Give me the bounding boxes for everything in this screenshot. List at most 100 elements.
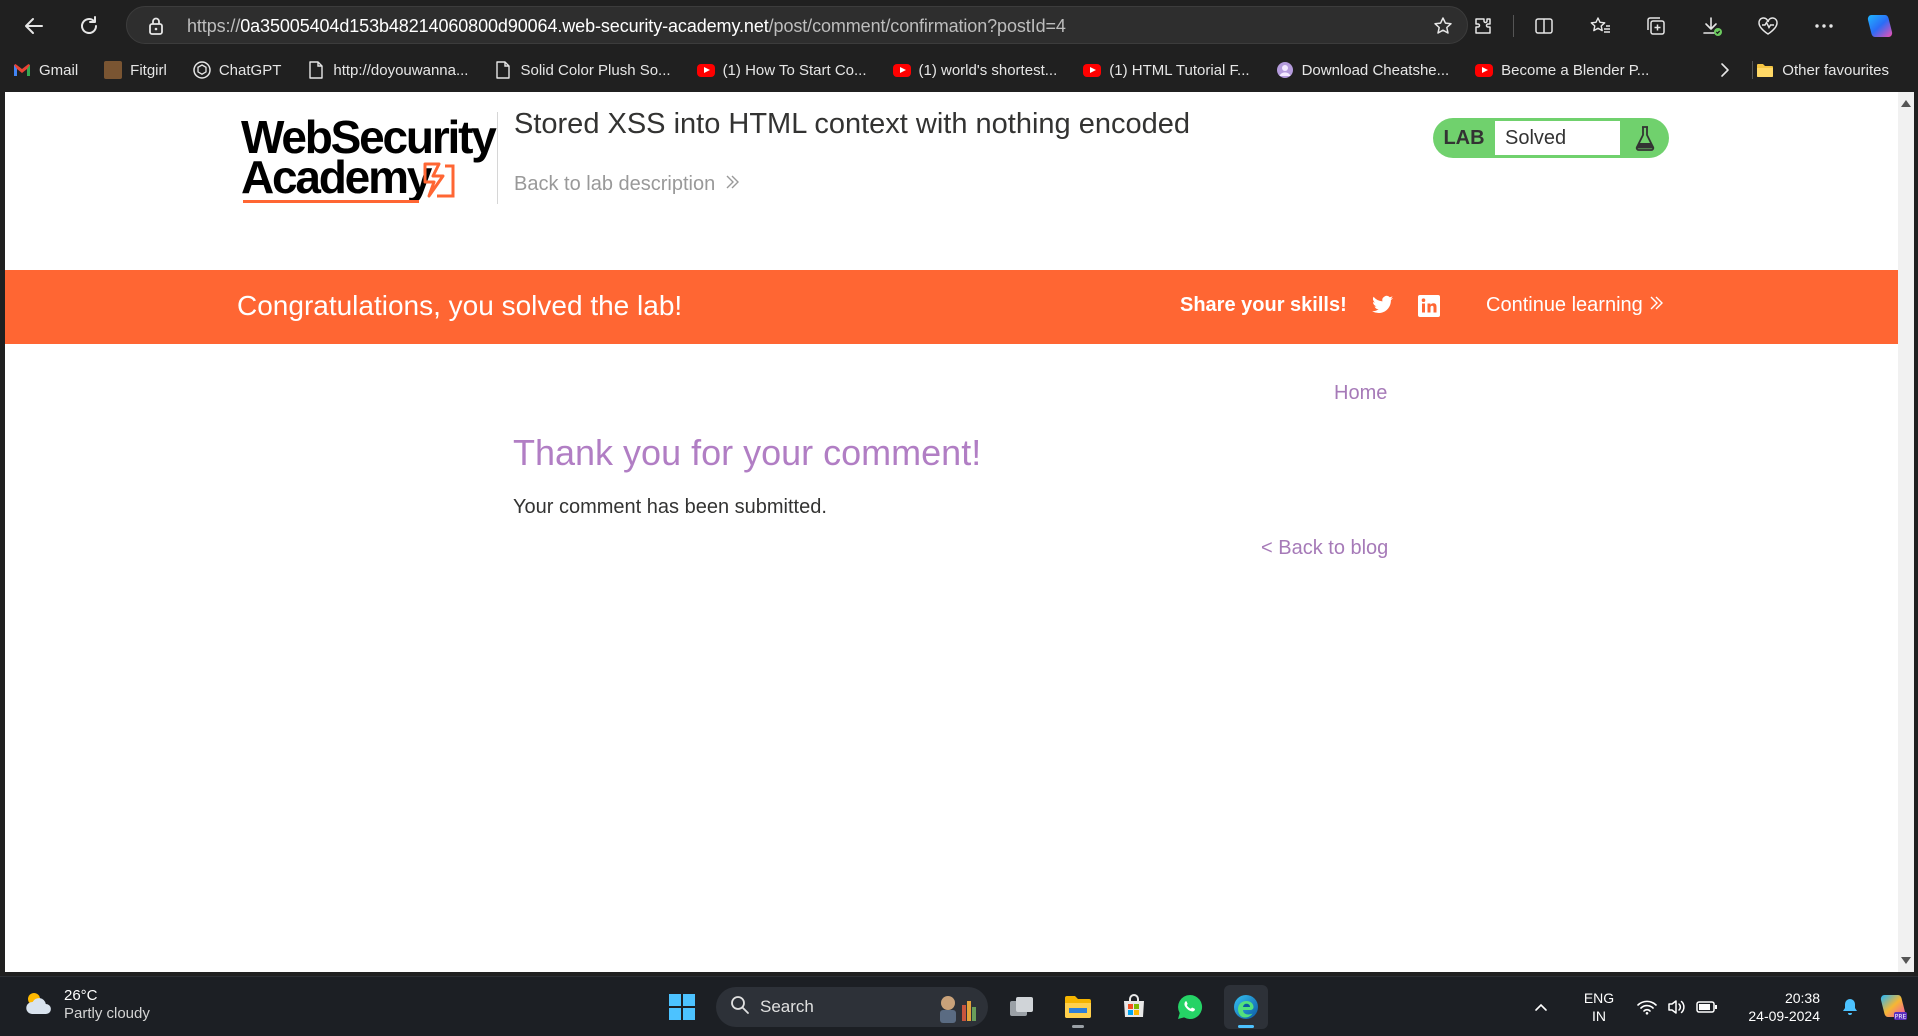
bookmark-how-to-start[interactable]: (1) How To Start Co... [684,52,880,88]
youtube-icon [1475,61,1494,79]
bookmark-worlds-shortest[interactable]: (1) world's shortest... [880,52,1071,88]
clock-date: 24-09-2024 [1748,1008,1820,1024]
split-screen-icon[interactable] [1516,8,1572,44]
bookmark-solid-color[interactable]: Solid Color Plush So... [481,52,683,88]
linkedin-icon[interactable] [1418,295,1440,322]
chevron-up-icon[interactable] [1516,977,1566,1036]
home-link[interactable]: Home [1334,382,1387,405]
edge-browser-icon[interactable] [1224,985,1268,1029]
lab-badge-label: LAB [1443,126,1485,149]
cheatsheet-icon [1276,61,1294,79]
twitter-icon[interactable] [1372,295,1394,320]
taskbar-search[interactable]: Search [716,987,988,1027]
search-placeholder: Search [760,997,814,1016]
youtube-icon [892,61,911,79]
partly-cloudy-icon [22,988,54,1023]
double-chevron-right-icon [725,173,740,196]
language-code: ENG [1583,990,1615,1006]
solved-banner: Congratulations, you solved the lab! Sha… [5,270,1898,344]
bookmark-doyouwanna[interactable]: http://doyouwanna... [294,52,481,88]
microsoft-store-icon[interactable] [1112,985,1156,1029]
search-highlight-icon [934,991,982,1028]
bookmark-label: ChatGPT [218,61,282,79]
bookmark-blender[interactable]: Become a Blender P... [1462,52,1662,88]
search-icon [730,995,750,1020]
bookmark-chatgpt[interactable]: ChatGPT [180,52,295,88]
windows-taskbar: 26°C Partly cloudy Search ENG IN 20:38 2… [0,976,1918,1036]
bookmark-label: Fitgirl [130,61,167,79]
favorite-star-icon[interactable] [1433,16,1453,41]
notification-bell-icon[interactable] [1832,977,1868,1036]
scroll-down-arrow-icon[interactable] [1901,957,1911,964]
logo-underline [243,200,419,203]
volume-icon[interactable] [1662,977,1692,1036]
running-indicator [1238,1025,1254,1028]
refresh-icon[interactable] [70,7,108,45]
bookmark-label: (1) How To Start Co... [722,61,867,79]
back-to-blog-link[interactable]: < Back to blog [1261,537,1388,560]
bookmark-gmail[interactable]: Gmail [0,52,91,88]
back-icon[interactable] [15,7,53,45]
continue-learning-link[interactable]: Continue learning [1486,294,1663,317]
page-heading: Thank you for your comment! [513,432,982,473]
battery-icon[interactable] [1692,977,1722,1036]
bookmark-label: Gmail [39,61,79,79]
logo-mark-icon [421,160,457,205]
back-to-lab-description-link[interactable]: Back to lab description [514,173,740,196]
url-text: https://0a35005404d153b48214060800d90064… [187,16,1066,37]
congratulations-text: Congratulations, you solved the lab! [237,290,683,321]
youtube-icon [696,61,715,79]
weather-widget[interactable]: 26°C Partly cloudy [22,987,150,1023]
copilot-taskbar-icon[interactable]: PRE [1868,977,1918,1036]
toolbar-divider [1513,15,1514,37]
chatgpt-icon [193,61,211,79]
lab-status-text: Solved [1495,121,1620,155]
bookmark-label: Solid Color Plush So... [520,61,671,79]
url-path: /post/comment/confirmation?postId=4 [768,16,1066,36]
bookmark-cheatsheet[interactable]: Download Cheatshe... [1263,52,1463,88]
logo-text-line2: Academy [241,151,432,203]
page-icon [494,61,512,79]
back-to-lab-description-label: Back to lab description [514,173,716,195]
bookmarks-bar: Gmail Fitgirl ChatGPT http://doyouwanna.… [0,52,1918,88]
task-view-icon[interactable] [1000,985,1044,1029]
system-clock[interactable]: 20:38 24-09-2024 [1722,989,1832,1025]
toolbar-icons [1455,8,1908,44]
whatsapp-icon[interactable] [1168,985,1212,1029]
copilot-icon[interactable] [1852,8,1908,44]
weather-temperature: 26°C [64,987,98,1004]
lab-title: Stored XSS into HTML context with nothin… [514,108,1190,140]
gmail-icon [13,61,31,79]
fitgirl-icon [104,61,123,79]
bookmark-label: (1) world's shortest... [918,61,1058,79]
bookmark-other-favourites[interactable]: Other favourites [1743,52,1902,88]
address-bar[interactable]: https://0a35005404d153b48214060800d90064… [126,6,1468,44]
share-skills-label: Share your skills! [1180,294,1347,316]
clock-time: 20:38 [1784,990,1820,1006]
page-scrollbar[interactable] [1898,92,1914,972]
confirmation-message: Your comment has been submitted. [513,496,827,518]
bookmark-label: Download Cheatshe... [1301,61,1450,79]
running-indicator [1072,1025,1084,1028]
extensions-icon[interactable] [1455,8,1511,44]
lock-icon[interactable] [147,16,165,41]
bookmark-fitgirl[interactable]: Fitgirl [91,52,180,88]
more-icon[interactable] [1796,8,1852,44]
bookmark-html-tutorial[interactable]: (1) HTML Tutorial F... [1070,52,1262,88]
downloads-icon[interactable] [1684,8,1740,44]
header-divider [497,112,498,204]
web-security-academy-logo[interactable]: WebSecurity Academy [241,114,497,209]
weather-condition: Partly cloudy [64,1005,150,1022]
page-viewport: WebSecurity Academy Stored XSS into HTML… [5,92,1898,972]
collections-icon[interactable] [1628,8,1684,44]
favorites-icon[interactable] [1572,8,1628,44]
scroll-up-arrow-icon[interactable] [1901,100,1911,107]
wifi-icon[interactable] [1632,977,1662,1036]
file-explorer-icon[interactable] [1056,985,1100,1029]
input-language[interactable]: ENG IN [1566,989,1632,1025]
flask-icon [1623,118,1667,158]
chevron-right-icon[interactable] [1710,52,1740,88]
browser-essentials-icon[interactable] [1740,8,1796,44]
windows-start-icon[interactable] [660,985,704,1029]
bookmark-label: (1) HTML Tutorial F... [1109,61,1250,79]
